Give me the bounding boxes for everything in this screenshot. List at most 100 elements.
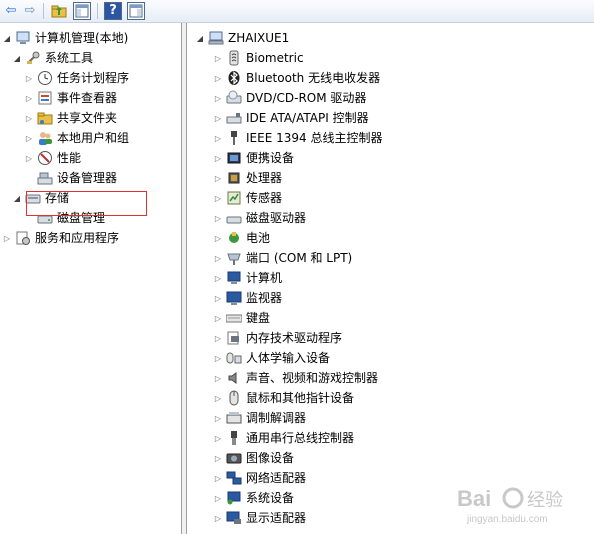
tree-node-performance[interactable]: ▷ 性能 (24, 148, 81, 168)
up-folder-icon[interactable] (50, 2, 68, 20)
device-category-label: Bluetooth 无线电收发器 (246, 71, 381, 85)
memory-tech-icon (226, 330, 242, 346)
device-category-label: IEEE 1394 总线主控制器 (246, 131, 383, 145)
device-manager-icon (37, 170, 53, 186)
tree-node-system-tools[interactable]: ◢ 系统工具 (12, 48, 93, 68)
console-tree-pane: ◢ 计算机管理(本地) ◢ 系统工具 ▷ 任务计划程序 ▷ 事件查看器 ▷ 共享文件夹 ▷ 本地用户和… (0, 23, 181, 534)
expand-arrow-icon[interactable]: ▷ (213, 348, 223, 368)
bluetooth-icon (226, 70, 242, 86)
device-category-network-adapter[interactable]: ▷ 网络适配器 (213, 468, 306, 488)
disk-drive-icon (226, 210, 242, 226)
device-category-memory-tech[interactable]: ▷ 内存技术驱动程序 (213, 328, 342, 348)
expand-arrow-icon[interactable]: ▷ (213, 128, 223, 148)
expand-arrow-icon[interactable]: ▷ (213, 408, 223, 428)
expand-arrow-icon[interactable]: ▷ (213, 248, 223, 268)
device-category-hid[interactable]: ▷ 人体学输入设备 (213, 348, 330, 368)
device-category-processor[interactable]: ▷ 处理器 (213, 168, 282, 188)
expand-arrow-icon[interactable]: ▷ (213, 328, 223, 348)
collapse-arrow-icon[interactable]: ◢ (2, 28, 12, 48)
device-category-label: 电池 (246, 231, 271, 245)
expand-arrow-icon[interactable]: ▷ (213, 268, 223, 288)
tree-node-local-users[interactable]: ▷ 本地用户和组 (24, 128, 129, 148)
device-category-ide-controller[interactable]: ▷ IDE ATA/ATAPI 控制器 (213, 108, 369, 128)
device-category-computer[interactable]: ▷ 计算机 (213, 268, 282, 288)
ide-controller-icon (226, 110, 242, 126)
expand-arrow-icon[interactable]: ▷ (213, 148, 223, 168)
device-category-label: 端口 (COM 和 LPT) (246, 251, 353, 265)
tree-node-root[interactable]: ◢ 计算机管理(本地) (2, 28, 128, 48)
tree-node-label: 本地用户和组 (57, 131, 130, 145)
device-category-system-device[interactable]: ▷ 系统设备 (213, 488, 294, 508)
expand-arrow-icon[interactable]: ▷ (213, 448, 223, 468)
back-arrow-icon[interactable]: ⇦ (2, 2, 20, 20)
tree-node-shared-folders[interactable]: ▷ 共享文件夹 (24, 108, 117, 128)
device-category-ieee1394[interactable]: ▷ IEEE 1394 总线主控制器 (213, 128, 382, 148)
expand-arrow-icon[interactable]: ▷ (213, 48, 223, 68)
tree-node-task-scheduler[interactable]: ▷ 任务计划程序 (24, 68, 129, 88)
forward-arrow-icon[interactable]: ⇨ (21, 2, 39, 20)
device-category-sensor[interactable]: ▷ 传感器 (213, 188, 282, 208)
expand-arrow-icon[interactable]: ▷ (213, 488, 223, 508)
collapse-arrow-icon[interactable]: ◢ (12, 188, 22, 208)
tree-node-device-manager[interactable]: 设备管理器 (24, 168, 117, 188)
device-category-label: 声音、视频和游戏控制器 (246, 371, 379, 385)
expand-arrow-icon[interactable]: ▷ (213, 88, 223, 108)
expand-arrow-icon[interactable]: ▷ (213, 388, 223, 408)
expand-arrow-icon[interactable]: ▷ (213, 368, 223, 388)
device-category-usb[interactable]: ▷ 通用串行总线控制器 (213, 428, 354, 448)
expand-arrow-icon[interactable]: ▷ (213, 168, 223, 188)
tree-node-event-viewer[interactable]: ▷ 事件查看器 (24, 88, 117, 108)
shared-folder-icon (37, 110, 53, 126)
expand-arrow-icon[interactable]: ▷ (213, 288, 223, 308)
help-icon[interactable]: ? (104, 2, 122, 20)
imaging-device-icon (226, 450, 242, 466)
device-category-battery[interactable]: ▷ 电池 (213, 228, 270, 248)
device-category-portable-device[interactable]: ▷ 便携设备 (213, 148, 294, 168)
device-category-dvd-drive[interactable]: ▷ DVD/CD-ROM 驱动器 (213, 88, 366, 108)
device-category-port[interactable]: ▷ 端口 (COM 和 LPT) (213, 248, 352, 268)
expand-arrow-icon[interactable]: ▷ (24, 148, 34, 168)
expand-arrow-icon[interactable]: ▷ (213, 68, 223, 88)
device-category-biometric[interactable]: ▷ Biometric (213, 48, 304, 68)
expand-arrow-icon[interactable]: ▷ (213, 468, 223, 488)
device-category-label: IDE ATA/ATAPI 控制器 (246, 111, 369, 125)
device-category-disk-drive[interactable]: ▷ 磁盘驱动器 (213, 208, 306, 228)
device-category-sound[interactable]: ▷ 声音、视频和游戏控制器 (213, 368, 378, 388)
device-category-bluetooth[interactable]: ▷ Bluetooth 无线电收发器 (213, 68, 380, 88)
battery-icon (226, 230, 242, 246)
device-category-label: 鼠标和其他指针设备 (246, 391, 355, 405)
tree-node-label: 计算机管理(本地) (35, 31, 129, 45)
expand-arrow-icon[interactable]: ▷ (213, 228, 223, 248)
device-category-keyboard[interactable]: ▷ 键盘 (213, 308, 270, 328)
mouse-icon (226, 390, 242, 406)
device-manager-highlight (26, 191, 147, 216)
tree-node-label: 任务计划程序 (57, 71, 130, 85)
device-category-modem[interactable]: ▷ 调制解调器 (213, 408, 306, 428)
expand-arrow-icon[interactable]: ▷ (213, 188, 223, 208)
device-tree-root[interactable]: ◢ ZHAIXUE1 (195, 28, 289, 48)
root-label: ZHAIXUE1 (228, 31, 290, 45)
system-tools-icon (25, 50, 41, 66)
expand-arrow-icon[interactable]: ▷ (213, 428, 223, 448)
expand-arrow-icon[interactable]: ▷ (24, 128, 34, 148)
device-category-mouse[interactable]: ▷ 鼠标和其他指针设备 (213, 388, 354, 408)
expand-arrow-icon[interactable]: ▷ (213, 208, 223, 228)
device-category-imaging-device[interactable]: ▷ 图像设备 (213, 448, 294, 468)
action-pane-icon[interactable] (127, 2, 145, 20)
expand-arrow-icon[interactable]: ▷ (213, 508, 223, 528)
tree-node-services-apps[interactable]: ▷ 服务和应用程序 (2, 228, 119, 248)
device-tree-pane: ◢ ZHAIXUE1 ▷ Biometric ▷ Bluetooth 无线电收发器 ▷ DVD… (187, 23, 594, 534)
expand-arrow-icon[interactable]: ▷ (24, 108, 34, 128)
collapse-arrow-icon[interactable]: ◢ (195, 28, 205, 48)
collapse-arrow-icon[interactable]: ◢ (12, 48, 22, 68)
expand-arrow-icon[interactable]: ▷ (213, 308, 223, 328)
device-category-monitor[interactable]: ▷ 监视器 (213, 288, 282, 308)
dvd-drive-icon (226, 90, 242, 106)
expand-arrow-icon[interactable]: ▷ (2, 228, 12, 248)
device-category-display-adapter[interactable]: ▷ 显示适配器 (213, 508, 306, 528)
show-hide-tree-icon[interactable] (73, 2, 91, 20)
expand-arrow-icon[interactable]: ▷ (24, 68, 34, 88)
expand-arrow-icon[interactable]: ▷ (24, 88, 34, 108)
expand-arrow-icon[interactable]: ▷ (213, 108, 223, 128)
